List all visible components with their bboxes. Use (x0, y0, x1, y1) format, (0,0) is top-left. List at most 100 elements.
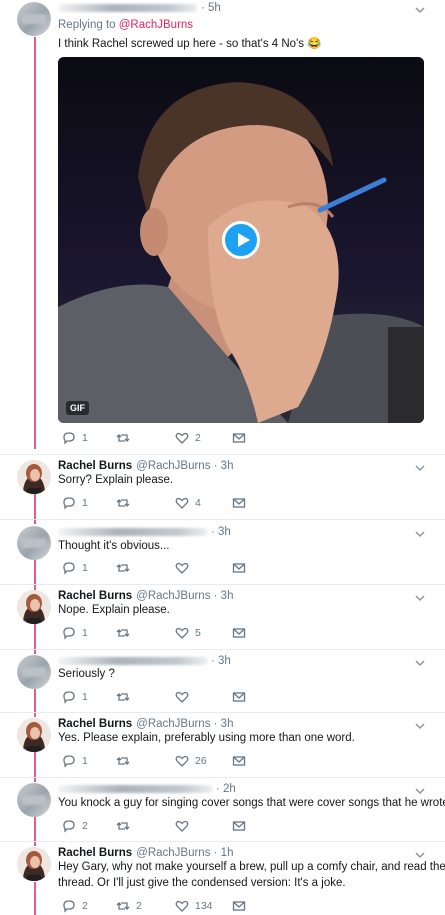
avatar-image (17, 590, 51, 624)
heart-icon (175, 627, 189, 639)
tweet-actions: 1 (58, 689, 258, 705)
timestamp[interactable]: · 3h (214, 460, 234, 472)
tweet-text: Thought it's obvious... (58, 540, 170, 552)
heart-icon (175, 497, 189, 509)
envelope-icon (232, 901, 246, 911)
author-handle[interactable]: @RachJBurns (136, 460, 210, 472)
tweet[interactable]: · 3h Seriously ? 1 (0, 653, 445, 713)
reply-button[interactable]: 1 (62, 495, 88, 511)
tweet[interactable]: Rachel Burns @RachJBurns · 3h Nope. Expl… (0, 588, 445, 648)
author-name[interactable]: Rachel Burns (58, 718, 132, 730)
avatar[interactable] (17, 718, 51, 752)
retweet-button[interactable] (116, 818, 136, 834)
reply-button[interactable]: 2 (62, 898, 88, 914)
tweet-text: Yes. Please explain, preferably using mo… (58, 732, 355, 744)
divider (0, 454, 445, 455)
play-icon[interactable] (222, 221, 260, 259)
mention-link[interactable]: @RachJBurns (119, 19, 193, 31)
dm-button[interactable] (232, 689, 252, 705)
author-name[interactable]: Rachel Burns (58, 590, 132, 602)
author-name[interactable]: Rachel Burns (58, 460, 132, 472)
chevron-down-icon[interactable] (413, 3, 427, 17)
gif-media[interactable]: GIF (58, 57, 424, 423)
divider (0, 584, 445, 585)
tweet-actions: 2 2 134 (58, 898, 258, 914)
like-button[interactable]: 26 (175, 753, 207, 769)
dm-button[interactable] (232, 430, 252, 446)
tweet[interactable]: Rachel Burns @RachJBurns · 1h Hey Gary, … (0, 845, 445, 915)
like-button[interactable]: 134 (175, 898, 213, 914)
like-button[interactable]: 2 (175, 430, 201, 446)
avatar[interactable] (17, 526, 51, 560)
like-button[interactable] (175, 560, 195, 576)
reply-button[interactable]: 2 (62, 818, 88, 834)
avatar[interactable] (17, 655, 51, 689)
timestamp[interactable]: · 2h (216, 783, 236, 795)
reply-button[interactable]: 1 (62, 753, 88, 769)
author-handle[interactable]: @RachJBurns (136, 718, 210, 730)
envelope-icon (232, 628, 246, 638)
envelope-icon (232, 821, 246, 831)
tweet[interactable]: · 3h Thought it's obvious... 1 (0, 524, 445, 584)
avatar[interactable] (17, 2, 51, 36)
reply-icon (63, 432, 75, 445)
dm-button[interactable] (232, 898, 252, 914)
heart-icon (175, 755, 189, 767)
timestamp[interactable]: · 3h (211, 526, 231, 538)
tweet[interactable]: Rachel Burns @RachJBurns · 3h Sorry? Exp… (0, 458, 445, 518)
avatar[interactable] (17, 460, 51, 494)
retweet-button[interactable] (116, 560, 136, 576)
tweet[interactable]: · 5h Replying to @RachJBurns I think Rac… (0, 0, 445, 450)
heart-icon (175, 691, 189, 703)
tweet-header: · 5h (58, 0, 221, 16)
timestamp[interactable]: · 3h (214, 590, 234, 602)
retweet-button[interactable]: 2 (116, 898, 142, 914)
envelope-icon (232, 563, 246, 573)
replying-to: Replying to @RachJBurns (58, 19, 194, 31)
dm-button[interactable] (232, 753, 252, 769)
retweet-icon (116, 902, 130, 910)
reply-button[interactable]: 1 (62, 560, 88, 576)
retweet-icon (116, 757, 130, 765)
retweet-button[interactable] (116, 430, 136, 446)
like-button[interactable]: 4 (175, 495, 201, 511)
retweet-button[interactable] (116, 753, 136, 769)
like-button[interactable] (175, 689, 195, 705)
tweet[interactable]: Rachel Burns @RachJBurns · 3h Yes. Pleas… (0, 716, 445, 776)
tweet-text: I think Rachel screwed up here - so that… (58, 38, 322, 50)
retweet-button[interactable] (116, 625, 136, 641)
dm-button[interactable] (232, 495, 252, 511)
dm-button[interactable] (232, 818, 252, 834)
envelope-icon (232, 756, 246, 766)
retweet-button[interactable] (116, 495, 136, 511)
timestamp[interactable]: · 1h (214, 847, 234, 859)
author-name[interactable]: Rachel Burns (58, 847, 132, 859)
dm-button[interactable] (232, 625, 252, 641)
like-button[interactable] (175, 818, 195, 834)
retweet-button[interactable] (116, 689, 136, 705)
tweet[interactable]: · 2h You knock a guy for singing cover s… (0, 781, 445, 841)
reply-icon (63, 900, 75, 913)
reply-icon (63, 562, 75, 575)
reply-button[interactable]: 1 (62, 689, 88, 705)
retweet-icon (116, 822, 130, 830)
timestamp[interactable]: · 5h (201, 2, 221, 14)
author-handle[interactable]: @RachJBurns (136, 590, 210, 602)
divider (0, 712, 445, 713)
tweet-text: Seriously ? (58, 668, 115, 680)
dm-button[interactable] (232, 560, 252, 576)
timestamp[interactable]: · 3h (214, 718, 234, 730)
avatar[interactable] (17, 590, 51, 624)
avatar[interactable] (17, 847, 51, 881)
tweet-text-line-2: thread. Or I'll just give the condensed … (58, 877, 346, 889)
reply-button[interactable]: 1 (62, 625, 88, 641)
avatar-image (17, 460, 51, 494)
reply-button[interactable]: 1 (62, 430, 88, 446)
envelope-icon (232, 692, 246, 702)
avatar[interactable] (17, 783, 51, 817)
retweet-icon (116, 693, 130, 701)
tweet-text: Sorry? Explain please. (58, 474, 174, 486)
retweet-icon (116, 499, 130, 507)
author-handle[interactable]: @RachJBurns (136, 847, 210, 859)
like-button[interactable]: 5 (175, 625, 201, 641)
